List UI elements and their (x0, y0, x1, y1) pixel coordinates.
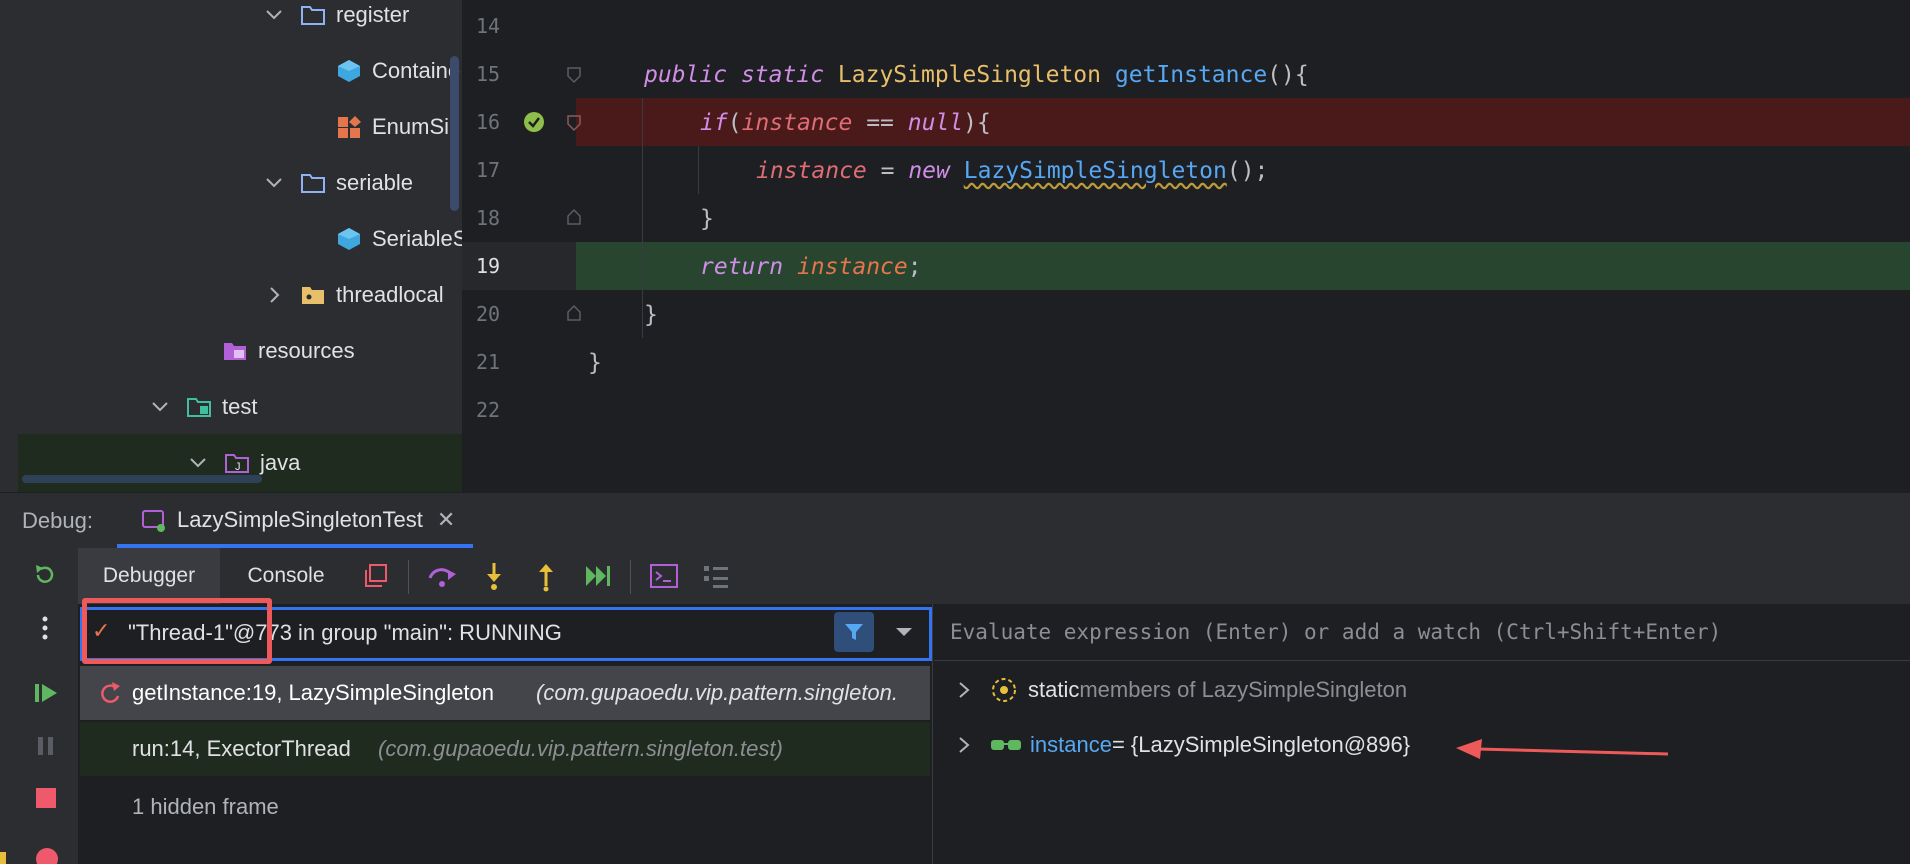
test-folder-icon (187, 398, 211, 417)
chevron-down-icon[interactable] (894, 626, 914, 638)
chevron-down-icon[interactable] (188, 453, 208, 473)
code-line-15: public static LazySimpleSingleton getIns… (644, 62, 1309, 88)
variable-value: = {LazySimpleSingleton@896} (1111, 732, 1411, 757)
svg-text:J: J (235, 461, 241, 473)
debug-label: Debug: (22, 508, 93, 533)
toolbar-separator (408, 560, 409, 594)
tree-item-threadlocal[interactable]: threadlocal (264, 275, 444, 315)
code-line-16: if(instance == null){ (700, 110, 991, 136)
tree-item-label: SeriableS (372, 226, 462, 251)
chevron-down-icon[interactable] (150, 397, 170, 417)
step-out-icon[interactable] (530, 560, 562, 592)
class-icon (338, 228, 360, 250)
annotation-arrow (1456, 739, 1669, 759)
tab-debugger[interactable]: Debugger (78, 548, 220, 604)
more-options-icon[interactable] (36, 614, 54, 642)
step-over-icon[interactable] (426, 560, 458, 592)
rerun-icon[interactable] (32, 562, 58, 588)
layout-icon[interactable] (360, 560, 392, 592)
tree-item-resources[interactable]: resources (222, 331, 355, 371)
tree-item-seriable[interactable]: seriable (264, 163, 413, 203)
enum-icon (338, 116, 361, 138)
java-folder-icon: J (225, 454, 249, 473)
run-config-icon (142, 510, 165, 532)
vertical-scrollbar[interactable] (450, 56, 459, 211)
folder-icon (301, 174, 325, 193)
chevron-right-icon[interactable] (264, 285, 284, 305)
structure-side-tab[interactable] (0, 762, 14, 864)
frame-row[interactable]: run:14, ExectorThread (com.gupaoedu.vip.… (80, 722, 930, 776)
static-keyword: static (1028, 677, 1080, 702)
annotation-highlight-box (82, 598, 272, 664)
tab-console[interactable]: Console (226, 548, 346, 604)
tree-item-label: java (260, 450, 301, 475)
evaluate-expression-placeholder: Evaluate expression (Enter) or add a wat… (950, 620, 1722, 644)
frame-package: (com.gupaoedu.vip.pattern.singleton. (536, 680, 899, 705)
variable-row-static[interactable]: static members of LazySimpleSingleton (956, 676, 1407, 704)
line-number: 14 (476, 14, 501, 38)
tree-item-label: threadlocal (336, 282, 444, 307)
variable-name: instance (1030, 732, 1112, 757)
tree-item-class[interactable]: SeriableS (336, 219, 462, 259)
resume-icon[interactable] (32, 680, 60, 706)
stop-icon[interactable] (34, 786, 58, 810)
debug-session-tab[interactable]: LazySimpleSingletonTest ✕ (117, 496, 474, 548)
filter-button[interactable] (834, 612, 874, 652)
hidden-frames-label[interactable]: 1 hidden frame (132, 794, 279, 820)
tree-item-label: seriable (336, 170, 414, 195)
chevron-right-icon[interactable] (956, 680, 972, 700)
view-breakpoints-icon[interactable] (34, 846, 60, 864)
code-line-21: } (588, 350, 602, 376)
watch-glasses-icon (991, 740, 1021, 750)
run-to-cursor-icon[interactable] (582, 560, 614, 592)
folder-icon (301, 6, 325, 25)
code-line-19: return instance; (700, 254, 922, 280)
tree-item-label: register (336, 2, 410, 27)
code-line-17: instance = new LazySimpleSingleton(); (756, 158, 1269, 184)
tree-item-label: Containe (372, 58, 461, 83)
threads-view-icon[interactable] (700, 560, 732, 592)
close-icon[interactable]: ✕ (437, 507, 455, 533)
step-into-icon[interactable] (478, 560, 510, 592)
class-icon (338, 60, 360, 82)
frame-method: getInstance:19, LazySimpleSingleton (132, 680, 495, 705)
frame-package: (com.gupaoedu.vip.pattern.singleton.test… (378, 736, 783, 761)
session-tab-label: LazySimpleSingletonTest (177, 507, 423, 532)
pause-icon[interactable] (34, 734, 58, 758)
filter-icon (845, 624, 863, 640)
evaluate-expression-icon[interactable] (648, 560, 680, 592)
tree-item-label: test (222, 394, 258, 419)
variable-row-instance[interactable]: instance = {LazySimpleSingleton@896} (956, 732, 1410, 758)
resources-folder-icon (224, 343, 246, 360)
tree-item-label: resources (258, 338, 355, 363)
code-editor[interactable]: 14 15 16 17 18 19 20 21 22 public static… (462, 0, 1910, 492)
toolbar-separator (630, 560, 631, 594)
static-members-label: members of LazySimpleSingleton (1079, 677, 1408, 702)
code-line-20: } (644, 302, 658, 328)
tree-item-test[interactable]: test (150, 387, 257, 427)
static-members-icon (992, 678, 1016, 702)
tree-item-label: EnumSi (372, 114, 450, 139)
chevron-down-icon[interactable] (264, 173, 284, 193)
tree-item-class[interactable]: Containe (336, 51, 460, 91)
tree-item-java[interactable]: J java (188, 443, 300, 483)
code-line-18: } (700, 206, 714, 232)
chevron-down-icon[interactable] (264, 5, 284, 25)
frame-row-selected[interactable]: getInstance:19, LazySimpleSingleton (com… (80, 666, 930, 720)
chevron-right-icon[interactable] (956, 735, 972, 755)
project-tree: register Containe EnumSi seriable Seriab… (0, 0, 462, 492)
tree-item-enum[interactable]: EnumSi (336, 107, 449, 147)
frame-method: run:14, ExectorThread (132, 736, 351, 761)
bookmark-marker (0, 852, 6, 864)
frame-refresh-icon (101, 682, 120, 703)
line-number: 22 (476, 398, 501, 422)
package-icon (302, 287, 324, 304)
debugger-toolbar (78, 548, 1910, 604)
tree-item-register[interactable]: register (264, 0, 409, 35)
